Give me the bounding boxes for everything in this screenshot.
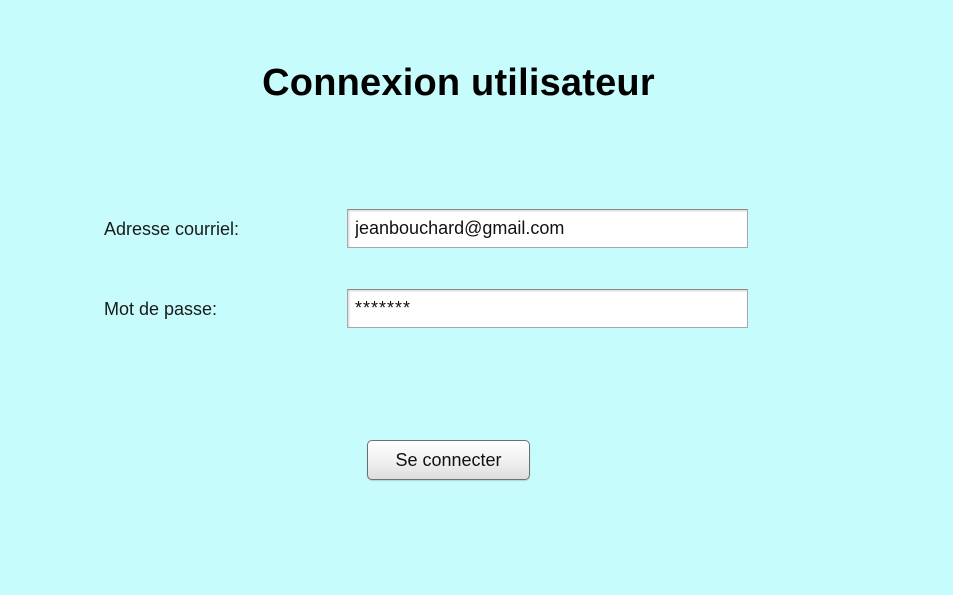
password-label: Mot de passe: (104, 299, 218, 319)
login-window: { "page": { "title": "Connexion utilisat… (0, 0, 953, 595)
email-field[interactable] (347, 209, 748, 248)
email-label: Adresse courriel: (104, 219, 240, 239)
password-field[interactable] (347, 289, 748, 328)
page-title: Connexion utilisateur (262, 62, 655, 104)
login-button[interactable]: Se connecter (367, 440, 530, 480)
